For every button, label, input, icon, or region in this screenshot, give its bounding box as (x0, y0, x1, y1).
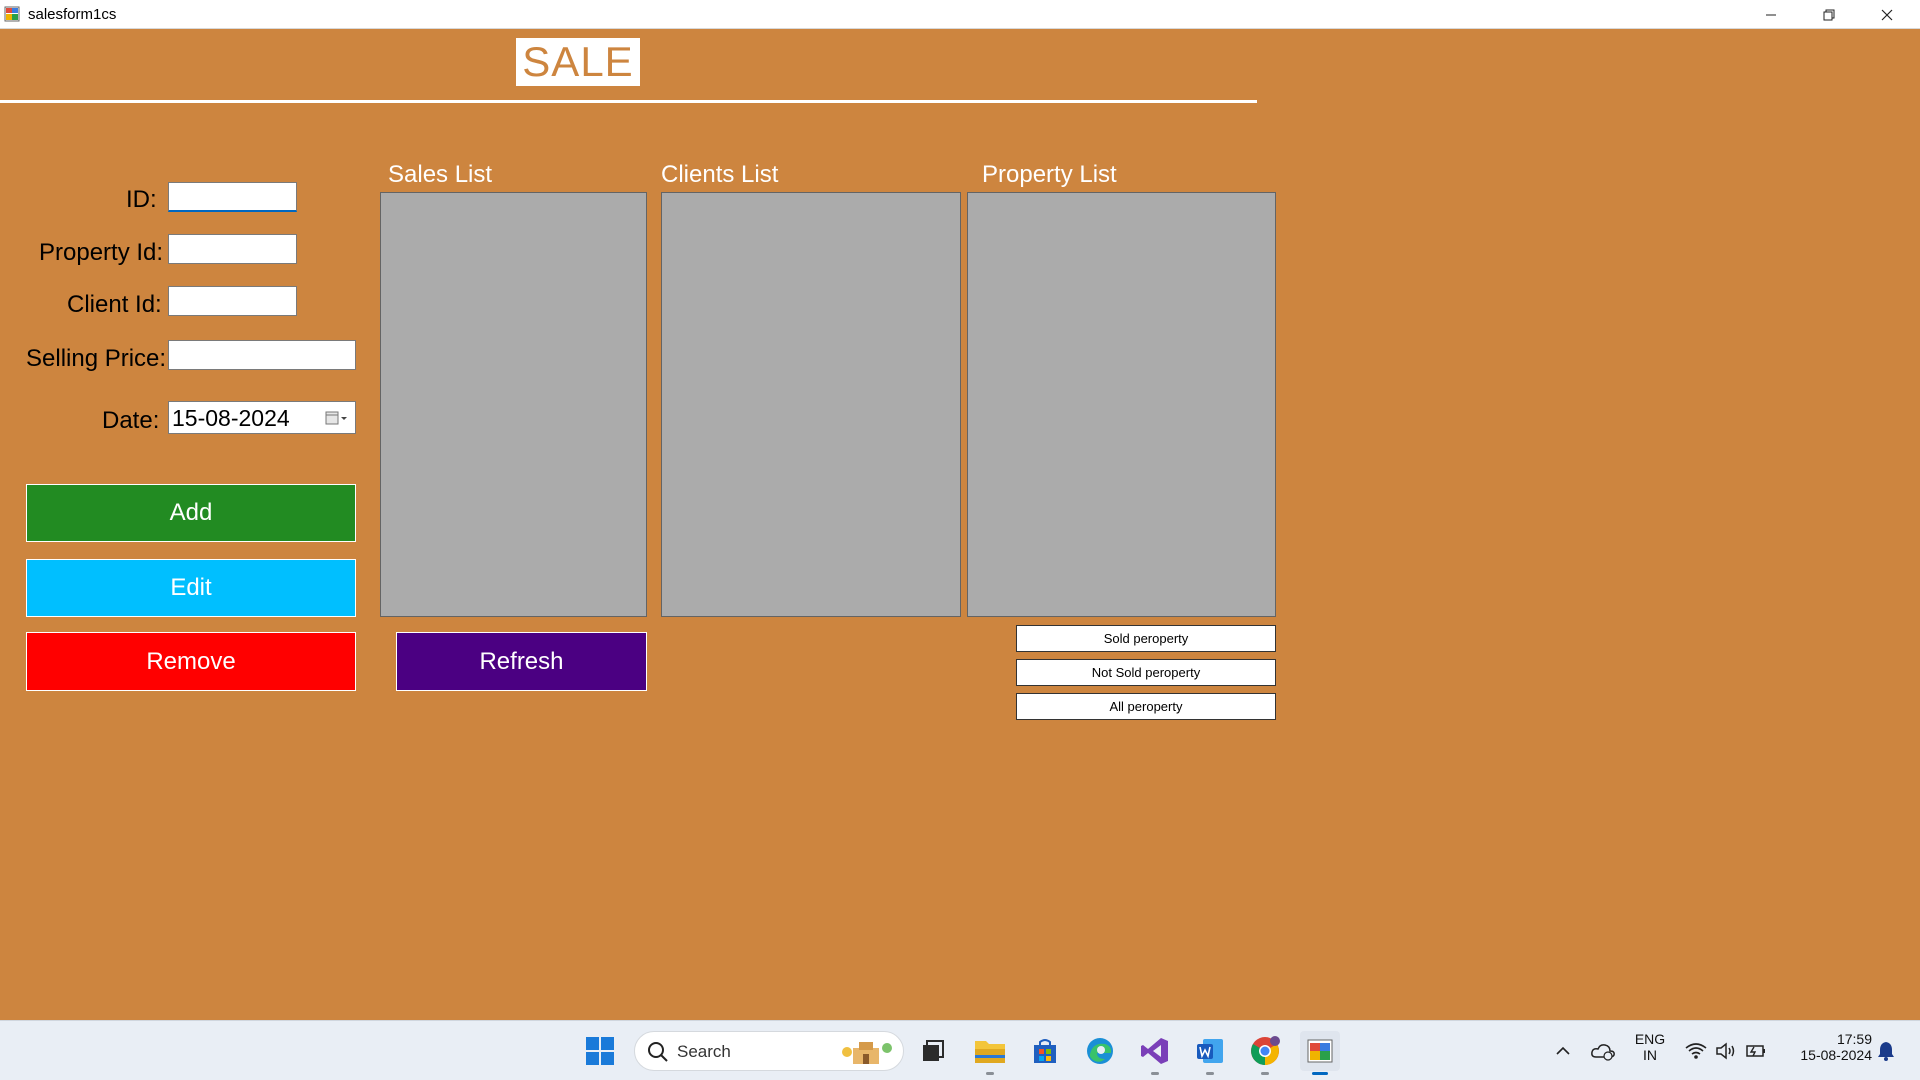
taskbar: Search ENG IN 17:59 15-08-2024 (0, 1020, 1920, 1080)
sold-property-button[interactable]: Sold peroperty (1016, 625, 1276, 652)
page-title: SALE (522, 38, 634, 85)
visual-studio-icon (1141, 1038, 1168, 1064)
window-title: salesform1cs (28, 6, 117, 23)
taskbar-clock[interactable]: 17:59 15-08-2024 (1782, 1031, 1872, 1063)
header-divider (0, 100, 1257, 103)
minimize-button[interactable] (1742, 0, 1800, 29)
microsoft-store-icon (1034, 1039, 1056, 1063)
taskbar-search[interactable]: Search (634, 1031, 904, 1071)
file-explorer-button[interactable] (970, 1031, 1010, 1075)
language-code: ENG (1634, 1031, 1666, 1047)
restore-button[interactable] (1800, 0, 1858, 29)
refresh-button[interactable]: Refresh (396, 632, 647, 691)
selling-price-label: Selling Price: (26, 345, 167, 372)
date-label: Date: (102, 407, 160, 434)
client-id-label: Client Id: (67, 291, 162, 318)
edge-button[interactable] (1080, 1031, 1120, 1071)
show-hidden-icons-button[interactable] (1543, 1031, 1583, 1071)
store-button[interactable] (1025, 1031, 1065, 1071)
page-title-box: SALE (516, 38, 640, 86)
property-id-input[interactable] (168, 234, 297, 264)
not-sold-property-button[interactable]: Not Sold peroperty (1016, 659, 1276, 686)
input-language[interactable]: ENG IN (1632, 1031, 1668, 1063)
search-label: Search (677, 1042, 731, 1061)
property-list-grid[interactable] (967, 192, 1276, 617)
winforms-app-icon (1307, 1039, 1333, 1063)
running-indicator (1261, 1072, 1269, 1075)
edge-icon (1087, 1038, 1113, 1064)
close-icon (1881, 9, 1893, 20)
date-value: 15-08-2024 (172, 405, 290, 431)
clients-list-title: Clients List (661, 161, 779, 188)
calendar-dropdown-icon[interactable] (325, 410, 349, 426)
property-list-title: Property List (982, 161, 1117, 188)
clock-date: 15-08-2024 (1800, 1047, 1872, 1063)
sales-list-title: Sales List (388, 161, 493, 188)
restore-icon (1823, 9, 1835, 20)
onedrive-icon (1591, 1044, 1615, 1061)
word-icon (1197, 1039, 1223, 1063)
task-view-button[interactable] (913, 1031, 953, 1071)
region-code: IN (1643, 1047, 1657, 1063)
app-icon (4, 6, 20, 22)
id-label: ID: (126, 186, 157, 213)
volume-icon (1716, 1042, 1735, 1060)
close-button[interactable] (1858, 0, 1916, 29)
search-highlight-icon (842, 1042, 892, 1064)
word-button[interactable] (1190, 1031, 1230, 1075)
window-title-bar: salesform1cs (0, 0, 1920, 29)
task-view-icon (923, 1040, 944, 1061)
clock-time: 17:59 (1836, 1031, 1872, 1047)
onedrive-tray-button[interactable] (1583, 1031, 1623, 1071)
active-indicator (1312, 1072, 1328, 1075)
chrome-button[interactable] (1245, 1031, 1285, 1075)
winforms-app-button[interactable] (1300, 1031, 1340, 1075)
date-picker[interactable]: 15-08-2024 (168, 401, 356, 434)
client-id-input[interactable] (168, 286, 297, 316)
property-id-label: Property Id: (39, 239, 164, 266)
all-property-button[interactable]: All peroperty (1016, 693, 1276, 720)
notifications-button[interactable] (1868, 1031, 1904, 1071)
sales-list-grid[interactable] (380, 192, 647, 617)
chevron-up-icon (1556, 1046, 1570, 1055)
clients-list-grid[interactable] (661, 192, 961, 617)
selling-price-input[interactable] (168, 340, 356, 370)
windows-start-icon (586, 1037, 614, 1065)
chrome-icon (1251, 1036, 1280, 1065)
add-button[interactable]: Add (26, 484, 356, 542)
edit-button[interactable]: Edit (26, 559, 356, 617)
id-input[interactable] (168, 182, 297, 212)
battery-icon (1746, 1045, 1765, 1057)
running-indicator (986, 1072, 994, 1075)
battery-button[interactable] (1738, 1031, 1774, 1071)
notification-bell-icon (1878, 1042, 1894, 1061)
wifi-icon (1685, 1043, 1707, 1059)
search-icon (648, 1042, 668, 1062)
file-explorer-icon (975, 1041, 1005, 1063)
running-indicator (1206, 1072, 1214, 1075)
start-button[interactable] (580, 1031, 620, 1071)
visual-studio-button[interactable] (1135, 1031, 1175, 1075)
running-indicator (1151, 1072, 1159, 1075)
remove-button[interactable]: Remove (26, 632, 356, 691)
minimize-icon (1766, 14, 1776, 15)
sales-form: SALE ID: Property Id: Client Id: Selling… (0, 29, 1920, 1020)
